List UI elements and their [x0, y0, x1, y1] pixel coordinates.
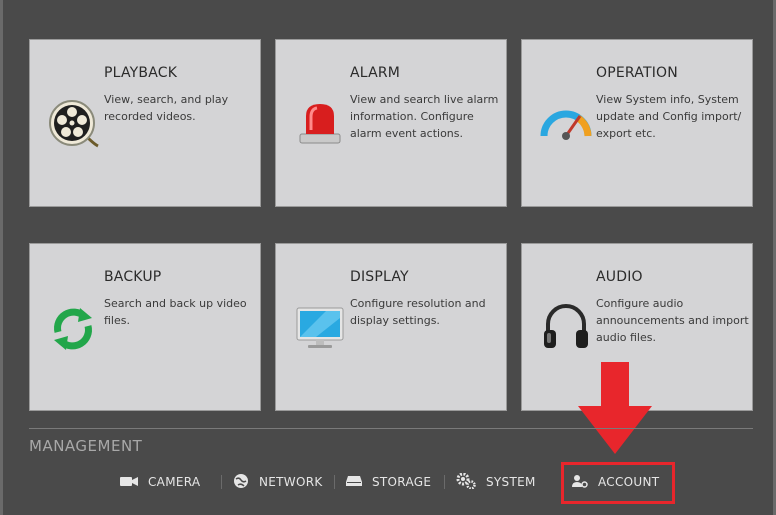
nav-camera[interactable]: CAMERA [120, 470, 200, 494]
sync-arrows-icon [50, 306, 96, 356]
tile-playback[interactable]: PLAYBACK View, search, and play recorded… [29, 39, 261, 207]
account-highlight-box [561, 462, 675, 504]
tile-description: View, search, and play recorded videos. [104, 93, 229, 123]
siren-icon [298, 100, 342, 150]
tile-description: Search and back up video files. [104, 297, 247, 327]
film-reel-icon [48, 100, 100, 152]
tile-title: OPERATION [596, 65, 678, 81]
left-edge-line [0, 0, 3, 515]
section-divider [29, 428, 753, 429]
tile-operation[interactable]: OPERATION View System info, System updat… [521, 39, 753, 207]
tile-title: ALARM [350, 65, 401, 81]
tile-backup[interactable]: BACKUP Search and back up video files. [29, 243, 261, 411]
nav-separator [444, 475, 445, 489]
nav-system[interactable]: SYSTEM [456, 470, 536, 494]
nav-label: STORAGE [372, 475, 432, 489]
camera-icon [120, 475, 138, 490]
nav-separator [334, 475, 335, 489]
gauge-icon [540, 102, 592, 146]
tile-display[interactable]: DISPLAY Configure resolution and display… [275, 243, 507, 411]
tile-description: Configure audio announcements and import… [596, 297, 749, 344]
tile-title: AUDIO [596, 269, 643, 285]
section-title: MANAGEMENT [29, 437, 143, 455]
tile-description: View and search live alarm information. … [350, 93, 499, 140]
nav-label: CAMERA [148, 475, 201, 489]
tile-title: PLAYBACK [104, 65, 178, 81]
headphones-icon [542, 302, 590, 354]
tile-alarm[interactable]: ALARM View and search live alarm informa… [275, 39, 507, 207]
pointer-arrow-icon [578, 362, 652, 458]
tile-description: Configure resolution and display setting… [350, 297, 486, 327]
tile-title: BACKUP [104, 269, 162, 285]
tile-title: DISPLAY [350, 269, 409, 285]
nav-separator [221, 475, 222, 489]
nav-storage[interactable]: STORAGE [346, 470, 431, 494]
monitor-icon [296, 306, 344, 354]
hdd-icon [346, 475, 362, 490]
gears-icon [456, 472, 476, 492]
nav-network[interactable]: NETWORK [233, 470, 323, 494]
nav-label: SYSTEM [486, 475, 536, 489]
nav-label: NETWORK [259, 475, 323, 489]
tile-description: View System info, System update and Conf… [596, 93, 742, 140]
globe-icon [233, 473, 249, 492]
